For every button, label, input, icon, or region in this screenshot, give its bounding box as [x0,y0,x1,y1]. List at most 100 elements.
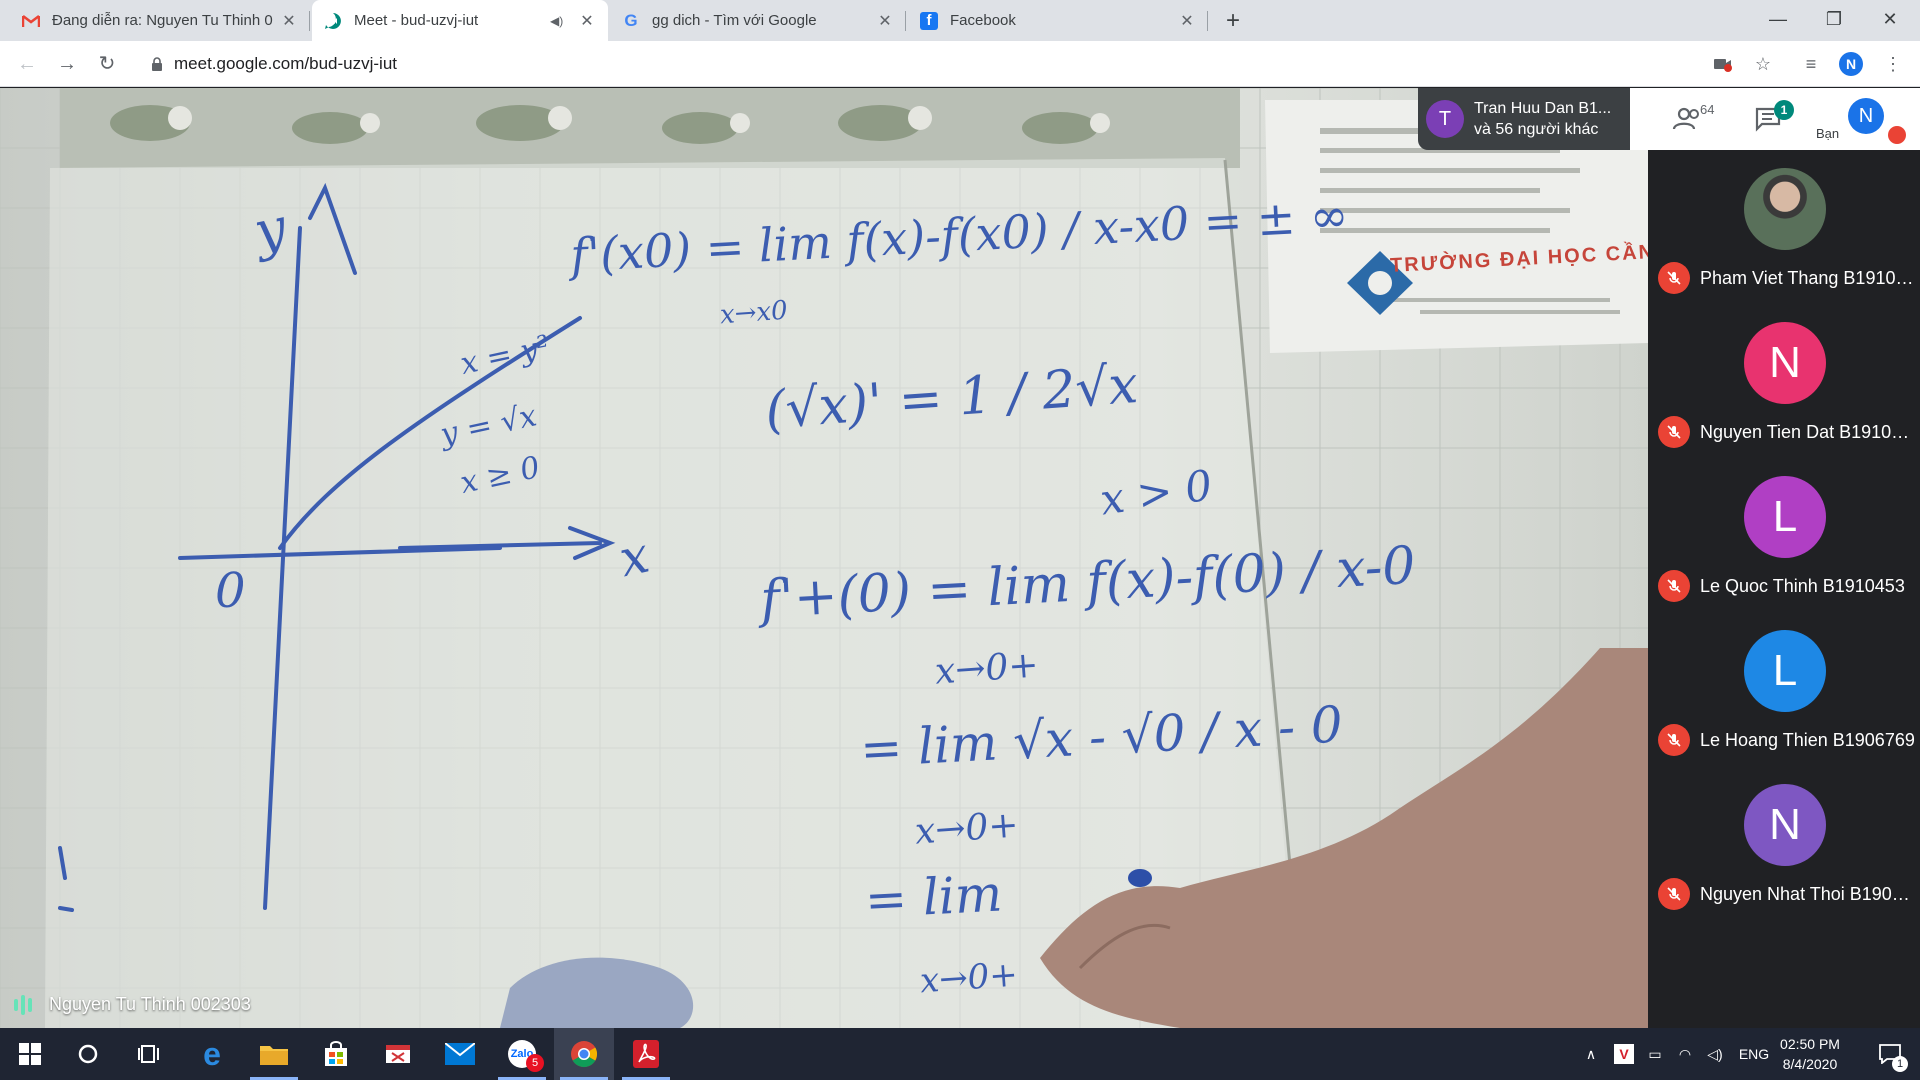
participant-tile[interactable]: L Le Quoc Thinh B1910453 [1648,458,1920,612]
formula-y-eq-sqrt: y = √x [437,398,540,453]
participant-count: 64 [1700,102,1715,117]
participant-tile[interactable]: N Nguyen Tien Dat B1910206 [1648,304,1920,458]
formula-limit-sub: x→x0 [719,295,789,331]
tray-expand-icon[interactable]: ∧ [1574,1046,1608,1063]
chrome-app[interactable] [554,1028,614,1080]
system-tray: ∧ V ▭ ◠ ◁) ENG [1574,1028,1778,1080]
zalo-app[interactable]: Zalo 5 [492,1028,552,1080]
participant-name: Le Hoang Thien B1906769 [1700,730,1915,750]
start-button[interactable] [0,1028,60,1080]
mail-app[interactable] [430,1028,490,1080]
address-bar[interactable]: meet.google.com/bud-uzvj-iut [140,47,1720,81]
zalo-badge: 5 [526,1054,544,1072]
windows-logo-icon [19,1043,41,1065]
clock-date: 8/4/2020 [1782,1056,1838,1072]
store-app[interactable] [306,1028,366,1080]
speaker-icon[interactable]: ◀) [550,14,570,28]
tab-title: gg dich - Tìm với Google [652,12,817,29]
close-window-button[interactable]: ✕ [1862,0,1918,41]
tab-google[interactable]: G gg dich - Tìm với Google ✕ [610,0,906,41]
url-text: meet.google.com/bud-uzvj-iut [174,54,398,73]
mic-off-icon [1658,570,1690,602]
self-view-button[interactable]: Bạn N [1810,88,1910,150]
close-tab-icon[interactable]: ✕ [876,11,894,31]
meet-header-controls: 64 1 Bạn N [1630,88,1920,150]
edge-icon: e [203,1035,221,1072]
bookmark-star-icon[interactable]: ☆ [1750,51,1776,77]
tab-facebook[interactable]: f Facebook ✕ [908,0,1208,41]
reload-icon[interactable]: ↻ [92,49,122,79]
self-label: Bạn [1816,126,1840,141]
gmail-icon [22,12,40,30]
formula-x-eq-y2: x = y² [457,329,553,382]
speaker-avatar: T [1426,100,1464,138]
notification-count: 1 [1892,1056,1908,1072]
audio-level-icon [14,994,35,1015]
tab-strip: Đang diễn ra: Nguyen Tu Thinh 0 ✕ Meet -… [0,0,1920,41]
formula-sqrt-derivative: (√x)' = 1 / 2√x [763,355,1140,441]
edge-app[interactable]: e [182,1028,242,1080]
acrobat-app[interactable] [616,1028,676,1080]
snipping-app[interactable] [368,1028,428,1080]
tab-gmail[interactable]: Đang diễn ra: Nguyen Tu Thinh 0 ✕ [10,0,310,41]
self-avatar: N [1848,98,1884,134]
cortana-icon [78,1044,98,1064]
participant-name: Nguyen Nhat Thoi B19067... [1700,884,1916,904]
antivirus-icon[interactable]: V [1614,1044,1634,1064]
participant-tile[interactable]: Pham Viet Thang B1910298 [1648,150,1920,304]
mic-off-icon [1658,878,1690,910]
back-icon[interactable]: ← [12,49,42,79]
media-control-icon[interactable]: ≡ [1798,51,1824,77]
file-explorer-app[interactable] [244,1028,304,1080]
speaker-name: Tran Huu Dan B1... [1474,100,1612,117]
action-center-button[interactable]: 1 [1862,1028,1918,1080]
close-tab-icon[interactable]: ✕ [578,11,596,31]
camera-blocked-icon[interactable] [1710,51,1736,77]
participants-button[interactable]: 64 [1658,88,1718,150]
chrome-icon [571,1041,598,1068]
mail-icon [445,1043,475,1065]
participant-avatar: L [1744,476,1826,558]
speaker-others: và 56 người khác [1474,121,1599,138]
active-speaker-chip[interactable]: T Tran Huu Dan B1... và 56 người khác [1418,88,1630,150]
formula-limit-sub-2: x→0+ [933,644,1040,693]
chat-badge: 1 [1774,100,1794,120]
formula-limit-step-2: = lim √x - √0 / x - 0 [858,695,1344,779]
maximize-button[interactable]: ❐ [1806,0,1862,41]
mic-off-icon [1888,126,1906,144]
chat-button[interactable]: 1 [1738,88,1798,150]
tab-meet[interactable]: Meet - bud-uzvj-iut ◀) ✕ [312,0,608,41]
close-tab-icon[interactable]: ✕ [280,11,298,31]
tab-title: Facebook [950,12,1016,29]
forward-icon[interactable]: → [52,49,82,79]
mic-off-icon [1658,262,1690,294]
profile-avatar[interactable]: N [1838,51,1864,77]
participant-tile[interactable]: N Nguyen Nhat Thoi B19067... [1648,766,1920,920]
close-tab-icon[interactable]: ✕ [1178,11,1196,31]
menu-icon[interactable]: ⋮ [1880,51,1906,77]
search-button[interactable] [58,1028,118,1080]
origin-label: 0 [215,563,246,619]
new-tab-button[interactable]: + [1218,6,1248,36]
lock-icon [152,57,162,71]
presenter-name: Nguyen Tu Thinh 002303 [49,994,251,1014]
volume-icon[interactable]: ◁) [1700,1046,1730,1063]
participant-name: Nguyen Tien Dat B1910206 [1700,422,1916,442]
whiteboard-formulas: f'(x0) = lim f(x)-f(x0) / x-x0 = ± ∞ x→x… [0,88,1648,1028]
pdf-icon [633,1040,659,1068]
google-icon: G [624,10,638,30]
participant-name: Le Quoc Thinh B1910453 [1700,576,1905,596]
tab-title: Meet - bud-uzvj-iut [354,12,479,29]
battery-icon[interactable]: ▭ [1640,1046,1670,1063]
tab-title: Đang diễn ra: Nguyen Tu Thinh 0 [52,12,273,29]
task-view-button[interactable] [120,1028,180,1080]
formula-domain: x > 0 [1097,460,1216,525]
browser-toolbar: ← → ↻ meet.google.com/bud-uzvj-iut ☆ ≡ N… [0,41,1920,87]
minimize-button[interactable]: — [1750,0,1806,41]
formula-right-derivative: f'+(0) = lim f(x)-f(0) / x-0 [758,535,1417,631]
participant-tile[interactable]: L Le Hoang Thien B1906769 [1648,612,1920,766]
clock[interactable]: 02:50 PM 8/4/2020 [1770,1034,1850,1074]
wifi-icon[interactable]: ◠ [1670,1046,1700,1063]
facebook-icon: f [920,11,938,30]
formula-derivative-def: f'(x0) = lim f(x)-f(x0) / x-x0 = ± ∞ [569,187,1350,283]
